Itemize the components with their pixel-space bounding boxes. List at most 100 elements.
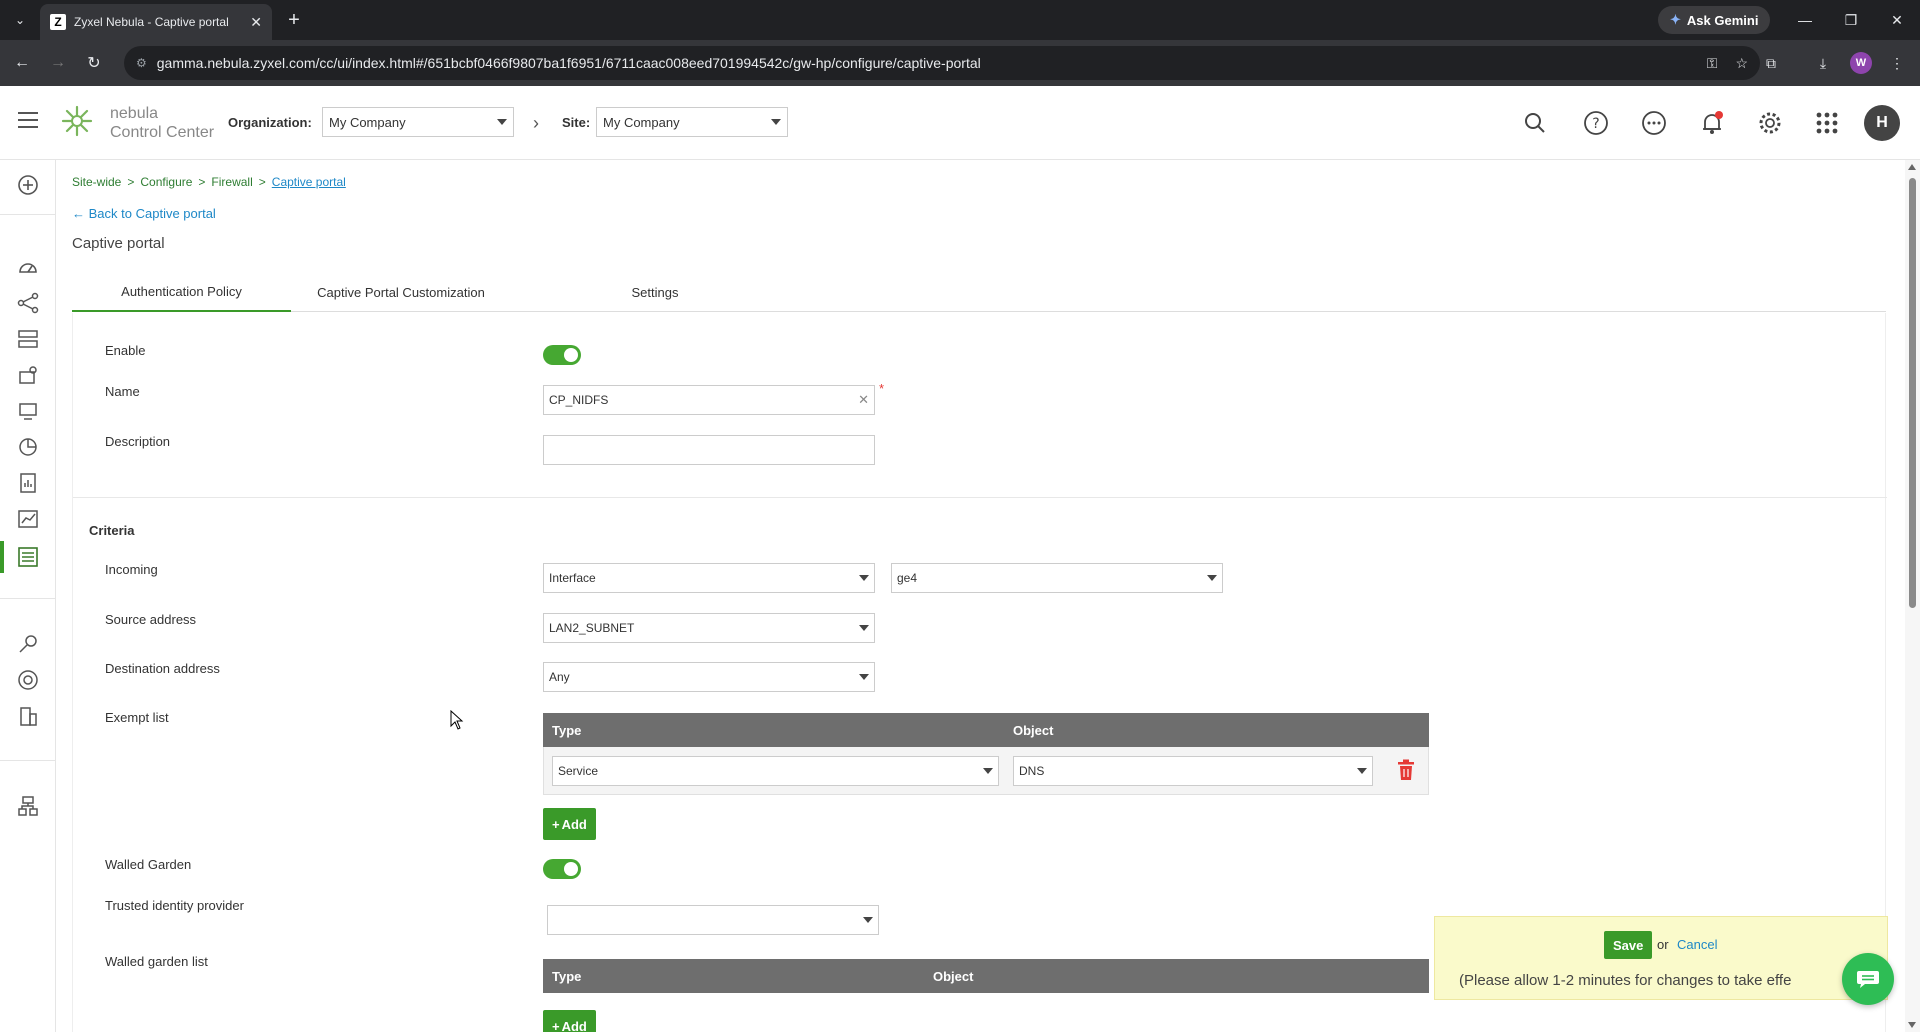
hamburger-menu-icon[interactable] xyxy=(18,112,38,128)
destination-address-label: Destination address xyxy=(105,661,220,676)
browser-tab[interactable]: Z Zyxel Nebula - Captive portal ✕ xyxy=(40,4,272,40)
walled-garden-toggle[interactable] xyxy=(543,859,581,879)
exempt-object-select[interactable]: DNS xyxy=(1013,756,1373,786)
unsaved-changes-bar: Save or Cancel (Please allow 1-2 minutes… xyxy=(1434,916,1888,1000)
breadcrumb-item[interactable]: Site-wide xyxy=(72,175,121,189)
name-label: Name xyxy=(105,384,140,399)
incoming-interface-select[interactable]: ge4 xyxy=(891,563,1223,593)
clear-icon[interactable]: ✕ xyxy=(858,392,869,408)
exempt-object-value: DNS xyxy=(1019,764,1045,778)
add-site-icon[interactable] xyxy=(14,171,42,199)
help-icon[interactable]: ? xyxy=(1581,108,1611,138)
walled-garden-add-button[interactable]: + Add xyxy=(543,1010,596,1032)
breadcrumb: Site-wide > Configure > Firewall > Capti… xyxy=(72,175,346,189)
license-key-icon[interactable] xyxy=(14,630,42,658)
page-title: Captive portal xyxy=(72,235,165,252)
section-divider xyxy=(73,497,1887,498)
settings-gear-icon[interactable] xyxy=(1755,108,1785,138)
incoming-interface-value: ge4 xyxy=(897,571,918,585)
chat-button[interactable] xyxy=(1842,953,1894,1005)
enable-toggle[interactable] xyxy=(543,345,581,365)
user-avatar[interactable]: H xyxy=(1864,105,1900,141)
site-info-icon[interactable]: ⚙ xyxy=(136,56,147,70)
back-to-captive-portal-link[interactable]: ← Back to Captive portal xyxy=(72,206,216,221)
scrollbar-thumb[interactable] xyxy=(1909,178,1916,608)
topology-share-icon[interactable] xyxy=(14,289,42,317)
analytics-pie-icon[interactable] xyxy=(14,433,42,461)
back-arrow-icon: ← xyxy=(72,206,85,221)
configure-sliders-icon[interactable] xyxy=(14,543,42,571)
or-text: or xyxy=(1657,937,1669,952)
bookmark-star-icon[interactable]: ☆ xyxy=(1735,55,1748,72)
enable-label: Enable xyxy=(105,343,146,358)
chat-bubble-icon xyxy=(1857,971,1879,988)
cancel-link[interactable]: Cancel xyxy=(1677,937,1717,952)
restore-icon[interactable]: ❐ xyxy=(1828,0,1874,40)
trusted-identity-provider-select[interactable] xyxy=(547,905,879,935)
report-document-icon[interactable] xyxy=(14,469,42,497)
browser-menu-icon[interactable]: ⋮ xyxy=(1886,52,1908,74)
close-window-icon[interactable]: ✕ xyxy=(1874,0,1920,40)
add-label: Add xyxy=(561,816,587,832)
page-scrollbar[interactable] xyxy=(1905,160,1920,1032)
destination-address-select[interactable]: Any xyxy=(543,662,875,692)
devices-server-icon[interactable] xyxy=(14,325,42,353)
search-icon[interactable] xyxy=(1520,108,1550,138)
scroll-down-icon[interactable] xyxy=(1908,1022,1916,1028)
tab-authentication-policy[interactable]: Authentication Policy xyxy=(72,272,291,312)
password-key-icon[interactable]: ⚿ xyxy=(1707,55,1718,72)
organization-select[interactable]: My Company xyxy=(322,107,514,137)
minimize-icon[interactable]: — xyxy=(1782,0,1828,40)
tab-settings[interactable]: Settings xyxy=(595,272,715,312)
forward-arrow-icon[interactable]: → xyxy=(46,51,70,75)
description-input[interactable] xyxy=(543,435,875,465)
brand-line-1: nebula xyxy=(110,105,159,122)
rail-divider xyxy=(0,214,56,215)
browser-toolbar: ← → ↻ ⚙ gamma.nebula.zyxel.com/cc/ui/ind… xyxy=(0,40,1920,86)
delete-trash-icon[interactable] xyxy=(1397,759,1415,781)
back-arrow-icon[interactable]: ← xyxy=(10,51,34,75)
trusted-identity-provider-label: Trusted identity provider xyxy=(105,898,244,913)
notification-bell-icon[interactable] xyxy=(1697,108,1727,138)
exempt-table-header: Type Object xyxy=(543,713,1429,747)
more-options-icon[interactable] xyxy=(1639,108,1669,138)
walled-garden-label: Walled Garden xyxy=(105,857,192,872)
extensions-icon[interactable]: ⧉ xyxy=(1760,52,1782,74)
scroll-up-icon[interactable] xyxy=(1908,164,1916,170)
breadcrumb-item[interactable]: Configure xyxy=(140,175,192,189)
apps-grid-icon[interactable] xyxy=(1812,108,1842,138)
browser-profile-avatar[interactable]: W xyxy=(1850,52,1872,74)
address-bar[interactable]: ⚙ gamma.nebula.zyxel.com/cc/ui/index.htm… xyxy=(124,46,1760,80)
save-button[interactable]: Save xyxy=(1604,931,1653,959)
incoming-type-select[interactable]: Interface xyxy=(543,563,875,593)
criteria-heading: Criteria xyxy=(89,523,135,538)
organization-building-icon[interactable] xyxy=(14,702,42,730)
exempt-add-button[interactable]: + Add xyxy=(543,808,596,840)
chevron-down-icon xyxy=(1207,575,1217,581)
new-tab-button[interactable]: + xyxy=(282,8,306,32)
site-inventory-icon[interactable] xyxy=(14,361,42,389)
ask-gemini-button[interactable]: ✦ Ask Gemini xyxy=(1658,6,1771,34)
exempt-type-select[interactable]: Service xyxy=(552,756,999,786)
site-select[interactable]: My Company xyxy=(596,107,788,137)
walled-garden-list-label: Walled garden list xyxy=(105,954,208,969)
trend-chart-icon[interactable] xyxy=(14,505,42,533)
source-address-select[interactable]: LAN2_SUBNET xyxy=(543,613,875,643)
breadcrumb-current[interactable]: Captive portal xyxy=(272,175,346,189)
reload-icon[interactable]: ↻ xyxy=(82,51,106,75)
tab-close-icon[interactable]: ✕ xyxy=(250,14,262,31)
chevron-down-icon xyxy=(1357,768,1367,774)
name-input[interactable]: CP_NIDFS ✕ xyxy=(543,385,875,415)
hierarchy-tree-icon[interactable] xyxy=(14,792,42,820)
tab-search-button[interactable]: ⌄ xyxy=(8,8,32,32)
dashboard-gauge-icon[interactable] xyxy=(14,253,42,281)
zyxel-favicon-icon: Z xyxy=(50,14,66,30)
download-icon[interactable]: ⤓ xyxy=(1812,52,1834,74)
app-header: nebula Control Center Organization: My C… xyxy=(0,86,1920,160)
chevron-down-icon xyxy=(771,119,781,125)
name-value: CP_NIDFS xyxy=(549,393,609,407)
monitor-icon[interactable] xyxy=(14,397,42,425)
tab-captive-portal-customization[interactable]: Captive Portal Customization xyxy=(291,272,511,312)
support-lifebuoy-icon[interactable] xyxy=(14,666,42,694)
breadcrumb-item[interactable]: Firewall xyxy=(211,175,252,189)
